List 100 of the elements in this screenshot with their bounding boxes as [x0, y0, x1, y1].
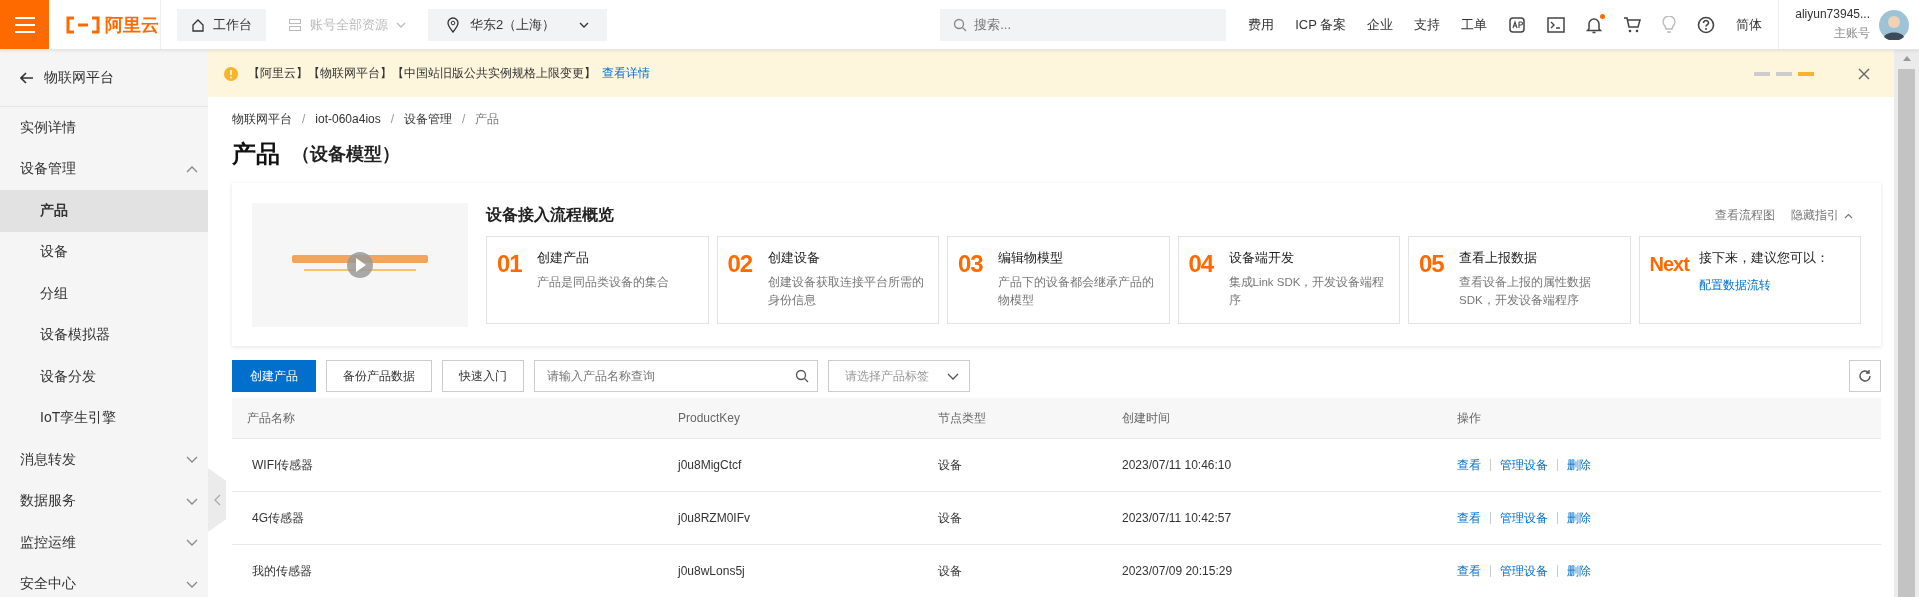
step-title: 创建产品 [537, 249, 590, 267]
toolbar-button[interactable]: 创建产品 [232, 360, 316, 392]
sidebar-item[interactable]: 设备分发 [0, 356, 208, 398]
action-link[interactable]: 删除 [1567, 562, 1591, 580]
sidebar-item[interactable]: 分组 [0, 273, 208, 315]
back-arrow-icon [20, 72, 34, 84]
chevron-icon [186, 580, 198, 588]
refresh-icon [1858, 369, 1872, 383]
column-header: 产品名称 [246, 409, 296, 427]
step-title: 查看上报数据 [1459, 249, 1538, 267]
search-icon [953, 17, 968, 32]
step-title: 接下来，建议您可以： [1698, 249, 1829, 267]
flowchart-link[interactable]: 查看流程图 [1715, 207, 1775, 224]
breadcrumb-separator: / [390, 112, 395, 126]
avatar-icon[interactable] [1879, 9, 1909, 40]
sidebar-group[interactable]: 监控运维 [0, 522, 208, 564]
caret-icon [396, 21, 406, 28]
nav-dropdown[interactable]: 华东2（上海） [428, 8, 608, 41]
toolbar-button[interactable]: 快速入门 [442, 360, 524, 392]
sidebar-item[interactable]: IoT孪生引擎 [0, 397, 208, 439]
breadcrumb-link[interactable]: 设备管理 [404, 110, 453, 128]
breadcrumb-link[interactable]: 物联网平台 [232, 110, 292, 128]
page-indicator[interactable] [1776, 71, 1792, 76]
action-link[interactable]: 查看 [1457, 562, 1481, 580]
chevron-left-icon [213, 494, 221, 506]
action-link[interactable]: 管理设备 [1500, 456, 1548, 474]
chevron-icon [186, 539, 198, 547]
table-cell-text: j0u8MigCtcf [678, 458, 743, 472]
step-description: 查看设备上报的属性数据SDK，开发设备端程序 [1459, 275, 1592, 308]
menu-button[interactable] [0, 0, 49, 49]
table-cell-text: 设备 [938, 562, 963, 580]
guide-title: 设备接入流程概览 [486, 205, 614, 225]
page-indicator[interactable] [1754, 71, 1770, 76]
hide-guide-link[interactable]: 隐藏指引 [1791, 207, 1853, 224]
top-link[interactable]: 支持 [1414, 15, 1441, 34]
lightbulb-icon[interactable] [1662, 15, 1677, 34]
logo-text: 阿里云 [105, 13, 159, 37]
top-link[interactable]: 企业 [1367, 15, 1394, 34]
step-description: 产品是同品类设备的集合 [537, 275, 669, 290]
product-search-field[interactable]: 请输入产品名称查询 [534, 360, 818, 392]
step-number: 02 [727, 249, 754, 279]
table-cell-text: 设备 [938, 456, 963, 474]
refresh-button[interactable] [1849, 360, 1881, 392]
logo-icon [65, 15, 101, 34]
sidebar-item[interactable]: 实例详情 [0, 107, 208, 149]
table-cell-text: j0u8wLons5j [678, 564, 746, 578]
step-number: 03 [958, 249, 984, 279]
breadcrumb-link[interactable]: 产品 [475, 110, 500, 128]
user-name[interactable]: aliyun73945... [1795, 7, 1870, 21]
sidebar-group[interactable]: 数据服务 [0, 480, 208, 522]
notice-text: 【阿里云】【物联网平台】【中国站旧版公共实例规格上限变更】 [248, 65, 596, 82]
chevron-up-icon [1844, 212, 1853, 219]
sidebar-item[interactable]: 设备 [0, 231, 208, 273]
toolbar-button[interactable]: 备份产品数据 [326, 360, 432, 392]
sidebar-group[interactable]: 安全中心 [0, 563, 208, 597]
sidebar-item[interactable]: 产品 [0, 190, 208, 232]
scrollbar[interactable] [1894, 50, 1919, 597]
table-cell-text: 2023/07/11 10:42:57 [1122, 511, 1233, 525]
step-number: 01 [497, 249, 523, 279]
action-link[interactable]: 管理设备 [1500, 562, 1548, 580]
search-icon [795, 369, 809, 383]
cart-icon[interactable] [1623, 16, 1642, 33]
action-link[interactable]: 管理设备 [1500, 509, 1548, 527]
sidebar-item[interactable]: 设备模拟器 [0, 314, 208, 356]
sidebar-group[interactable]: 消息转发 [0, 439, 208, 481]
bell-icon[interactable] [1586, 15, 1603, 34]
search-field[interactable]: 搜索... [940, 8, 1227, 41]
help-icon[interactable] [1697, 15, 1716, 34]
page-indicator[interactable] [1798, 71, 1814, 76]
step-title: 设备端开发 [1228, 249, 1295, 267]
chevron-icon [186, 456, 198, 464]
table-cell-text: 2023/07/11 10:46:10 [1122, 458, 1233, 472]
column-header: 操作 [1457, 409, 1481, 427]
action-link[interactable]: 查看 [1457, 456, 1481, 474]
step-description: 产品下的设备都会继承产品的物模型 [998, 275, 1155, 308]
warning-icon [224, 66, 238, 81]
sidebar-group[interactable]: 设备管理 [0, 148, 208, 190]
language-link[interactable]: 简体 [1736, 15, 1763, 34]
details-link[interactable]: 查看详情 [602, 65, 650, 82]
table-cell-text: 2023/07/09 20:15:29 [1122, 564, 1234, 578]
breadcrumb-separator: / [462, 112, 466, 126]
stack-icon [288, 17, 302, 32]
top-link[interactable]: 工单 [1461, 15, 1488, 34]
action-link[interactable]: 查看 [1457, 509, 1481, 527]
table-cell-text: j0u8RZM0IFv [678, 511, 752, 525]
top-link[interactable]: ICP 备案 [1295, 15, 1347, 34]
scroll-up-icon[interactable] [1902, 56, 1911, 61]
action-link[interactable]: 删除 [1567, 509, 1591, 527]
table-cell-text: 我的传感器 [251, 562, 313, 580]
terminal-icon[interactable] [1547, 16, 1566, 33]
menu-icon [13, 15, 36, 34]
page-title: 产品 [232, 139, 280, 169]
table-cell-text: 设备 [938, 509, 963, 527]
step-link[interactable]: 配置数据流转 [1698, 277, 1829, 294]
nav-dropdown[interactable]: 工作台 [177, 8, 266, 41]
top-link[interactable]: 费用 [1248, 15, 1275, 34]
action-link[interactable]: 删除 [1567, 456, 1591, 474]
breadcrumb-link[interactable]: iot-060a4ios [315, 112, 381, 126]
api-icon[interactable] [1508, 15, 1527, 34]
close-icon[interactable] [1858, 67, 1870, 80]
